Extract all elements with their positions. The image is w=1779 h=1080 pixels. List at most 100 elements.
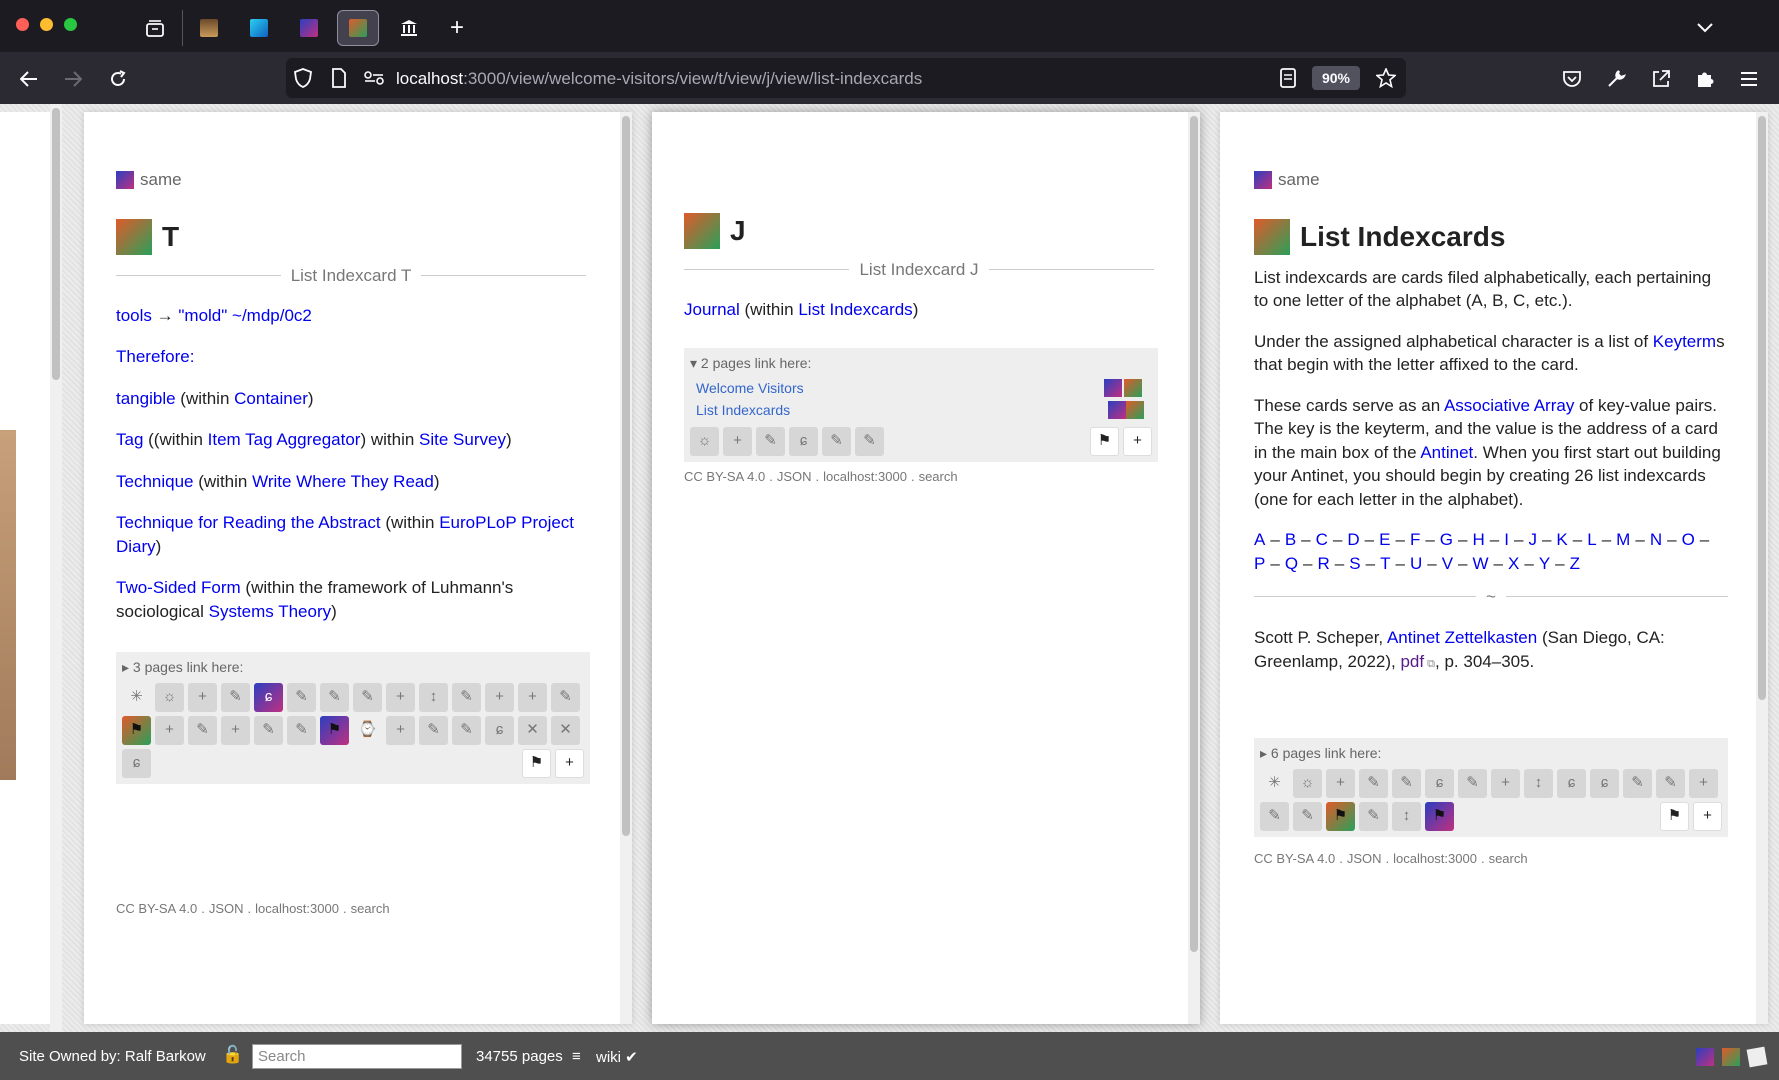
letter-link[interactable]: O [1682, 530, 1695, 549]
letter-link[interactable]: M [1616, 530, 1630, 549]
edit-action-icon[interactable]: ✎ [419, 716, 448, 746]
neighbor-flag-green-icon[interactable] [1722, 1048, 1740, 1066]
edit-action-icon[interactable]: ✎ [254, 716, 283, 746]
edit-action-icon[interactable]: ✎ [1392, 769, 1421, 799]
neighbor-flag-purple-icon[interactable] [1696, 1048, 1714, 1066]
add-action-icon[interactable]: + [1326, 769, 1355, 799]
url-text[interactable]: localhost:3000/view/welcome-visitors/vie… [396, 69, 922, 89]
fork-action-icon[interactable]: ɕ [122, 749, 151, 779]
fork-action-icon[interactable]: ɕ [1557, 769, 1586, 799]
license-link[interactable]: CC BY-SA 4.0 [684, 469, 765, 484]
reader-view-icon[interactable] [1280, 68, 1296, 88]
site-header[interactable]: same [116, 168, 182, 191]
letter-link[interactable]: J [1528, 530, 1537, 549]
page-icon[interactable] [331, 68, 347, 88]
letter-link[interactable]: C [1316, 530, 1328, 549]
remove-action-icon[interactable]: ✕ [518, 716, 547, 746]
back-button[interactable] [14, 64, 44, 94]
add-action-icon[interactable]: + [518, 683, 547, 713]
link-tangible[interactable]: tangible [116, 389, 176, 408]
json-link[interactable]: JSON [777, 469, 812, 484]
link-two-sided-form[interactable]: Two-Sided Form [116, 578, 241, 597]
page-list-scroll-thumb[interactable] [1758, 116, 1766, 700]
page-list-scrollbar[interactable] [1756, 112, 1768, 1024]
site-link[interactable]: localhost:3000 [823, 469, 907, 484]
letter-link[interactable]: F [1410, 530, 1420, 549]
fork-sun-icon[interactable]: ☼ [690, 427, 719, 457]
letter-link[interactable]: B [1285, 530, 1296, 549]
app-menu-button[interactable] [1734, 64, 1764, 94]
edit-action-icon[interactable]: ✎ [221, 683, 250, 713]
json-link[interactable]: JSON [209, 901, 244, 916]
add-action-icon[interactable]: + [188, 683, 217, 713]
add-factory-button[interactable]: + [555, 749, 584, 779]
edit-action-icon[interactable]: ✎ [1458, 769, 1487, 799]
license-link[interactable]: CC BY-SA 4.0 [116, 901, 197, 916]
references-toggle[interactable]: ▸ 3 pages link here: [122, 658, 584, 677]
fork-sun-icon[interactable]: ☼ [155, 683, 184, 713]
link-journal[interactable]: Journal [684, 300, 740, 319]
add-factory-button[interactable]: + [1693, 802, 1722, 832]
site-link[interactable]: localhost:3000 [1393, 851, 1477, 866]
edit-action-icon[interactable]: ✎ [353, 683, 382, 713]
search-link[interactable]: search [919, 469, 958, 484]
references-toggle[interactable]: ▾ 2 pages link here: [690, 354, 1152, 373]
shield-icon[interactable] [294, 68, 312, 88]
neighbor-flag-white-icon[interactable] [1746, 1046, 1768, 1068]
link-tag[interactable]: Tag [116, 430, 143, 449]
link-write-where-they-read[interactable]: Write Where They Read [252, 472, 434, 491]
letter-link[interactable]: L [1587, 530, 1596, 549]
add-action-icon[interactable]: + [1689, 769, 1718, 799]
link-associative-array[interactable]: Associative Array [1444, 396, 1574, 415]
tab-purple[interactable] [288, 10, 330, 46]
pocket-button[interactable] [1557, 64, 1587, 94]
ref-welcome-visitors[interactable]: Welcome Visitors [696, 380, 804, 396]
search-link[interactable]: search [351, 901, 390, 916]
link-technique-reading-abstract[interactable]: Technique for Reading the Abstract [116, 513, 381, 532]
link-technique[interactable]: Technique [116, 472, 194, 491]
edit-action-icon[interactable]: ✎ [188, 716, 217, 746]
link-list-indexcards[interactable]: List Indexcards [798, 300, 912, 319]
new-tab-button[interactable]: + [436, 10, 478, 46]
wiki-status[interactable]: wiki ✔ [596, 1048, 638, 1066]
site-header[interactable]: same [1254, 168, 1320, 191]
link-keyterm[interactable]: Keyterm [1653, 332, 1716, 351]
flag-action-icon[interactable]: ⚑ [320, 716, 349, 746]
add-action-icon[interactable]: + [386, 716, 415, 746]
edit-action-icon[interactable]: ✎ [1656, 769, 1685, 799]
fork-action-icon[interactable]: ɕ [485, 716, 514, 746]
letter-link[interactable]: X [1508, 554, 1519, 573]
fork-action-icon[interactable]: ɕ [1425, 769, 1454, 799]
ref-list-indexcards[interactable]: List Indexcards [696, 402, 790, 418]
letter-link[interactable]: A [1254, 530, 1265, 549]
maximize-window-button[interactable] [64, 18, 77, 31]
url-bar[interactable]: localhost:3000/view/welcome-visitors/vie… [286, 58, 1406, 98]
move-action-icon[interactable]: ↕ [419, 683, 448, 713]
link-antinet[interactable]: Antinet [1420, 443, 1473, 462]
dev-tools-button[interactable] [1601, 64, 1631, 94]
page-j-scrollbar[interactable] [1188, 112, 1200, 1024]
flag-action-icon[interactable]: ⚑ [1326, 802, 1355, 832]
link-therefore[interactable]: Therefore: [116, 347, 194, 366]
edit-action-icon[interactable]: ✎ [1359, 769, 1388, 799]
page-t-scrollbar[interactable] [620, 112, 632, 1024]
add-action-icon[interactable]: + [221, 716, 250, 746]
permissions-icon[interactable] [364, 71, 384, 85]
letter-link[interactable]: Y [1539, 554, 1550, 573]
reload-button[interactable] [103, 64, 133, 94]
letter-link[interactable]: P [1254, 554, 1265, 573]
edit-action-icon[interactable]: ✎ [1260, 802, 1289, 832]
letter-link[interactable]: N [1650, 530, 1662, 549]
letter-link[interactable]: Z [1570, 554, 1580, 573]
letter-link[interactable]: K [1556, 530, 1567, 549]
letter-link[interactable]: D [1347, 530, 1359, 549]
flag-button[interactable]: ⚑ [1090, 427, 1119, 457]
left-scroll-thumb[interactable] [52, 108, 60, 380]
edit-action-icon[interactable]: ✎ [756, 427, 785, 457]
references-toggle[interactable]: ▸ 6 pages link here: [1260, 744, 1722, 763]
link-mold[interactable]: "mold" ~/mdp/0c2 [178, 306, 312, 325]
edit-action-icon[interactable]: ✎ [287, 683, 316, 713]
fork-action-icon[interactable]: ɕ [789, 427, 818, 457]
search-input[interactable]: Search [252, 1044, 462, 1069]
edit-action-icon[interactable]: ✎ [1293, 802, 1322, 832]
